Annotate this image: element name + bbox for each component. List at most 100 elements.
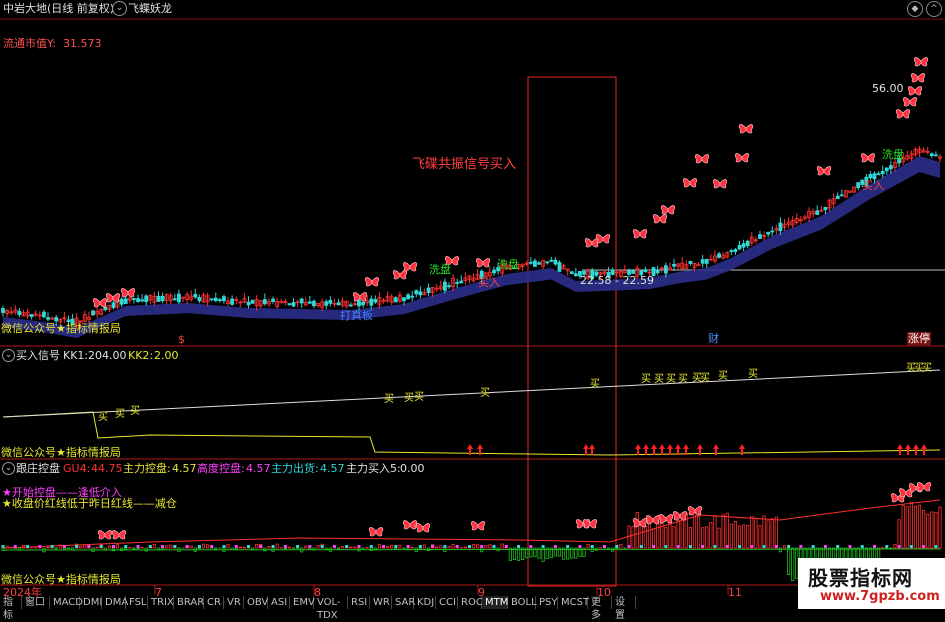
control-bar [763, 516, 765, 548]
candle-body [300, 299, 303, 303]
butterfly-wing [680, 511, 687, 520]
tab-dmi[interactable]: DMI [80, 596, 102, 609]
control-bar [325, 548, 327, 550]
candle-body [194, 294, 197, 297]
tab-obv[interactable]: OBV [244, 596, 268, 609]
tab-wr[interactable]: WR [370, 596, 392, 609]
butterfly-wing [646, 515, 653, 524]
control-dot [149, 545, 152, 548]
collapse-icon[interactable]: ^ [926, 1, 942, 17]
candle-body [824, 207, 827, 209]
tab-macd[interactable]: MACD [50, 596, 80, 609]
candle-body [558, 262, 561, 271]
control-dot [799, 545, 802, 548]
control-bar [386, 547, 388, 548]
butterfly-marker [735, 153, 749, 162]
control-dot [38, 545, 41, 548]
tab-mtm[interactable]: MTM [482, 596, 508, 609]
candle-body [357, 300, 360, 306]
tab-brar[interactable]: BRAR [174, 596, 204, 609]
tab-roc[interactable]: ROC [458, 596, 482, 609]
control-dot [161, 545, 164, 548]
control-bar [898, 520, 900, 548]
candle-body [308, 302, 311, 303]
control-dot [357, 545, 360, 548]
tab-cr[interactable]: CR [204, 596, 224, 609]
tab-rsi[interactable]: RSI [348, 596, 370, 609]
butterfly-wing [106, 293, 113, 302]
candle-body [767, 232, 770, 234]
control-bar [620, 545, 622, 548]
butterfly-wing [911, 73, 918, 82]
control-bar [759, 526, 761, 548]
wash-signal: 洗盘 [882, 148, 904, 161]
tab-cci[interactable]: CCI [436, 596, 458, 609]
butterfly-marker [917, 482, 931, 491]
control-bar [239, 547, 241, 548]
buy-arrow-icon [659, 444, 665, 455]
control-dot [505, 545, 508, 548]
butterfly-marker [695, 154, 709, 163]
control-bar [341, 547, 343, 548]
tab-sar[interactable]: SAR [392, 596, 414, 609]
panel3-title[interactable]: 跟庄控盘 [16, 462, 60, 475]
tab-emv[interactable]: EMV [290, 596, 314, 609]
buy-mark-text: 买 [700, 372, 710, 384]
tab-vol-tdx[interactable]: VOL-TDX [314, 596, 348, 609]
tab-kdj[interactable]: KDJ [414, 596, 436, 609]
buy-arrow-icon [921, 444, 927, 455]
indicator-name[interactable]: 飞蝶妖龙 [128, 2, 172, 15]
control-bar [423, 545, 425, 548]
tab--[interactable]: 窗口 [22, 596, 50, 609]
control-bar [165, 546, 167, 548]
panel2-menu-icon[interactable]: ⌄ [2, 349, 15, 362]
panel3-menu-icon[interactable]: ⌄ [2, 462, 15, 475]
tab--[interactable]: 更多 [588, 596, 612, 609]
tab--[interactable]: 指标 [0, 596, 22, 609]
control-dot [493, 545, 496, 548]
butterfly-marker [633, 229, 647, 238]
butterfly-marker [683, 178, 697, 187]
butterfly-wing [585, 238, 592, 247]
tab-vr[interactable]: VR [224, 596, 244, 609]
tab-fsl[interactable]: FSL [126, 596, 148, 609]
buy-mark-text: 买 [590, 378, 600, 390]
butterfly-wing [369, 527, 376, 536]
indicator-dropdown-icon[interactable]: ⌄ [112, 1, 127, 16]
candle-body [493, 270, 496, 273]
tab-psy[interactable]: PSY [536, 596, 558, 609]
butterfly-wing [713, 179, 720, 188]
control-dot [812, 545, 815, 548]
chart-settings-icon[interactable]: ◆ [907, 1, 923, 17]
tab-mcst[interactable]: MCST [558, 596, 588, 609]
candle-body [689, 261, 692, 263]
panel2-title[interactable]: 买入信号 [16, 349, 60, 362]
butterfly-wing [891, 493, 898, 502]
candle-body [570, 272, 573, 274]
control-bar [922, 510, 924, 548]
gu4-value: 44.75 [91, 462, 123, 475]
buy-mark-text: 买 [414, 391, 424, 403]
tab-boll[interactable]: BOLL [508, 596, 536, 609]
butterfly-marker [653, 214, 667, 223]
control-dot [198, 545, 201, 548]
tab-asi[interactable]: ASI [268, 596, 290, 609]
tab-dma[interactable]: DMA [102, 596, 126, 609]
high-ctrl-value: 4.57 [246, 462, 271, 475]
control-dot [345, 545, 348, 548]
candle-body [533, 261, 536, 267]
butterfly-wing [400, 270, 407, 279]
candle-body [705, 259, 708, 263]
tab--[interactable]: 设置 [612, 596, 636, 609]
control-bar [607, 548, 609, 549]
control-bar [235, 548, 237, 549]
control-bar [104, 548, 106, 550]
butterfly-marker [476, 258, 490, 267]
site-watermark-title: 股票指标网 [808, 562, 913, 591]
control-dot [677, 545, 680, 548]
control-bar [783, 546, 785, 548]
candle-body [177, 294, 180, 302]
tab-trix[interactable]: TRIX [148, 596, 174, 609]
control-dot [603, 545, 606, 548]
control-bar [67, 548, 69, 549]
